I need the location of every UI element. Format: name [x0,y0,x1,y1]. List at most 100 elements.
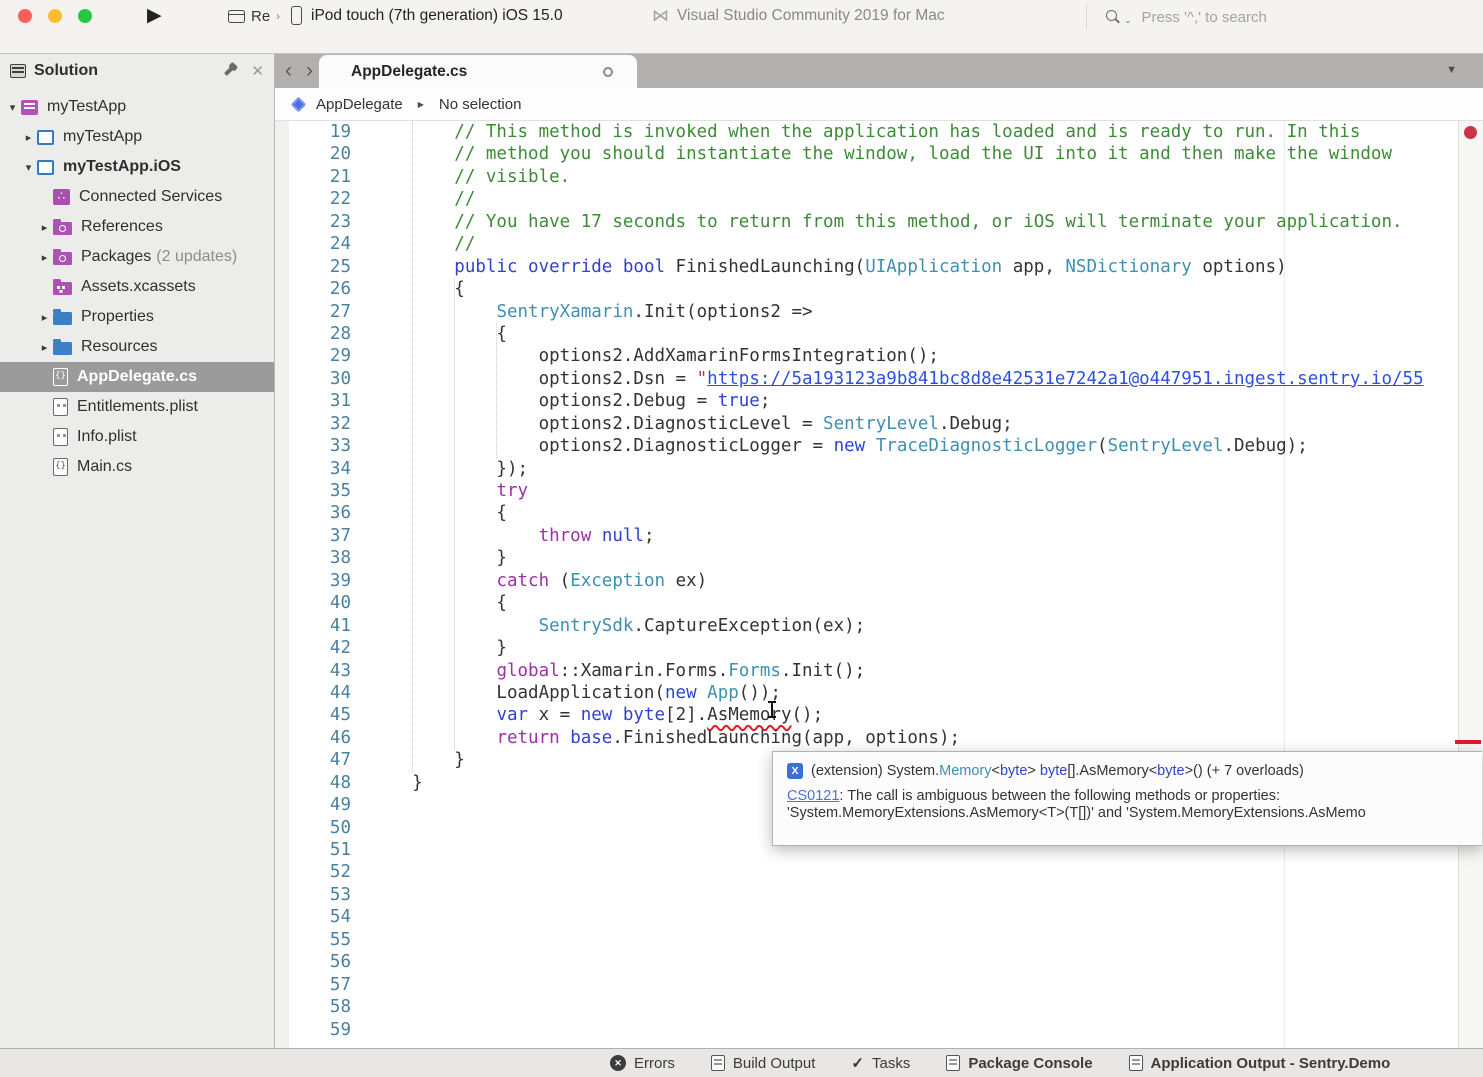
code-line[interactable]: 53 [275,884,1458,906]
line-number[interactable]: 29 [275,345,351,367]
pin-icon[interactable] [224,66,234,76]
line-number[interactable]: 45 [275,704,351,726]
code-line[interactable]: 38 } [275,547,1458,569]
scrollbar-error-marker[interactable] [1464,126,1477,139]
line-number[interactable]: 40 [275,592,351,614]
code-line[interactable]: 33 options2.DiagnosticLogger = new Trace… [275,435,1458,457]
line-number[interactable]: 47 [275,749,351,771]
tree-item-assets-xcassets[interactable]: Assets.xcassets [0,272,274,302]
code-line[interactable]: 36 { [275,502,1458,524]
chevron-down-icon[interactable]: ▾ [20,161,37,174]
line-number[interactable]: 46 [275,727,351,749]
code-line[interactable]: 59 [275,1019,1458,1041]
line-number[interactable]: 27 [275,301,351,323]
minimize-window-button[interactable] [48,9,62,23]
chevron-right-icon[interactable]: ▸ [36,251,53,264]
tree-item-properties[interactable]: ▸Properties [0,302,274,332]
tree-item-main-cs[interactable]: {}Main.cs [0,452,274,482]
code-line[interactable]: 39 catch (Exception ex) [275,570,1458,592]
chevron-right-icon[interactable]: ▸ [36,221,53,234]
code-line[interactable]: 20 // method you should instantiate the … [275,143,1458,165]
code-line[interactable]: 37 throw null; [275,525,1458,547]
breadcrumb-class[interactable]: AppDelegate [316,96,403,113]
chevron-right-icon[interactable]: ▸ [36,311,53,324]
tree-item-info-plist[interactable]: Info.plist [0,422,274,452]
close-icon[interactable]: ✕ [251,62,264,80]
scrollbar-error-line-marker[interactable] [1455,740,1481,744]
line-number[interactable]: 54 [275,906,351,928]
code-line[interactable]: 41 SentrySdk.CaptureException(ex); [275,615,1458,637]
code-line[interactable]: 56 [275,951,1458,973]
tree-item-appdelegate-cs[interactable]: {}AppDelegate.cs [0,362,274,392]
chevron-down-icon[interactable]: ▾ [4,101,21,114]
tree-item-references[interactable]: ▸References [0,212,274,242]
close-window-button[interactable] [18,9,32,23]
code-line[interactable]: 34 }); [275,458,1458,480]
line-number[interactable]: 43 [275,660,351,682]
tab-appdelegate[interactable]: AppDelegate.cs [319,55,637,88]
code-line[interactable]: 52 [275,861,1458,883]
code-line[interactable]: 22 // [275,188,1458,210]
code-line[interactable]: 26 { [275,278,1458,300]
code-line[interactable]: 23 // You have 17 seconds to return from… [275,211,1458,233]
line-number[interactable]: 22 [275,188,351,210]
line-number[interactable]: 32 [275,413,351,435]
pad-button-package-console[interactable]: Package Console [946,1055,1092,1072]
code-line[interactable]: 54 [275,906,1458,928]
line-number[interactable]: 37 [275,525,351,547]
error-code-link[interactable]: CS0121 [787,788,839,804]
tree-item-packages[interactable]: ▸Packages(2 updates) [0,242,274,272]
breadcrumb-selection[interactable]: No selection [439,96,522,113]
line-number[interactable]: 35 [275,480,351,502]
line-number[interactable]: 50 [275,817,351,839]
line-number[interactable]: 58 [275,996,351,1018]
navigate-back-button[interactable]: ‹ [285,56,292,86]
line-number[interactable]: 26 [275,278,351,300]
tab-modified-indicator[interactable] [603,67,613,77]
code-line[interactable]: 29 options2.AddXamarinFormsIntegration()… [275,345,1458,367]
code-line[interactable]: 57 [275,974,1458,996]
code-line[interactable]: 31 options2.Debug = true; [275,390,1458,412]
pad-button-tasks[interactable]: ✓Tasks [851,1054,910,1072]
code-line[interactable]: 21 // visible. [275,166,1458,188]
line-number[interactable]: 23 [275,211,351,233]
navigate-forward-button[interactable]: › [306,56,313,86]
code-line[interactable]: 55 [275,929,1458,951]
code-line[interactable]: 30 options2.Dsn = "https://5a193123a9b84… [275,368,1458,390]
line-number[interactable]: 31 [275,390,351,412]
code-line[interactable]: 58 [275,996,1458,1018]
tree-item-connected-services[interactable]: ∴Connected Services [0,182,274,212]
line-number[interactable]: 57 [275,974,351,996]
line-number[interactable]: 49 [275,794,351,816]
line-number[interactable]: 30 [275,368,351,390]
tree-item-mytestapp[interactable]: ▾myTestApp [0,92,274,122]
line-number[interactable]: 41 [275,615,351,637]
line-number[interactable]: 21 [275,166,351,188]
line-number[interactable]: 38 [275,547,351,569]
code-line[interactable]: 46 return base.FinishedLaunching(app, op… [275,727,1458,749]
tab-list-dropdown-icon[interactable]: ▼ [1446,64,1457,76]
line-number[interactable]: 48 [275,772,351,794]
search-field[interactable]: ⌄ Press '^,' to search [1086,4,1476,30]
line-number[interactable]: 56 [275,951,351,973]
code-line[interactable]: 19 // This method is invoked when the ap… [275,121,1458,143]
code-line[interactable]: 44 LoadApplication(new App()); [275,682,1458,704]
code-line[interactable]: 25 public override bool FinishedLaunchin… [275,256,1458,278]
line-number[interactable]: 39 [275,570,351,592]
tree-item-resources[interactable]: ▸Resources [0,332,274,362]
code-line[interactable]: 43 global::Xamarin.Forms.Forms.Init(); [275,660,1458,682]
device-selector[interactable]: iPod touch (7th generation) iOS 15.0 [291,6,563,25]
run-button[interactable]: ▶ [147,4,162,27]
line-number[interactable]: 52 [275,861,351,883]
scrollbar[interactable] [1458,121,1483,1048]
code-line[interactable]: 32 options2.DiagnosticLevel = SentryLeve… [275,413,1458,435]
code-line[interactable]: 24 // [275,233,1458,255]
line-number[interactable]: 20 [275,143,351,165]
zoom-window-button[interactable] [78,9,92,23]
code-line[interactable]: 35 try [275,480,1458,502]
line-number[interactable]: 34 [275,458,351,480]
line-number[interactable]: 19 [275,121,351,143]
line-number[interactable]: 25 [275,256,351,278]
code-line[interactable]: 28 { [275,323,1458,345]
pad-button-application-output-sentry-demo[interactable]: Application Output - Sentry.Demo [1129,1055,1391,1072]
